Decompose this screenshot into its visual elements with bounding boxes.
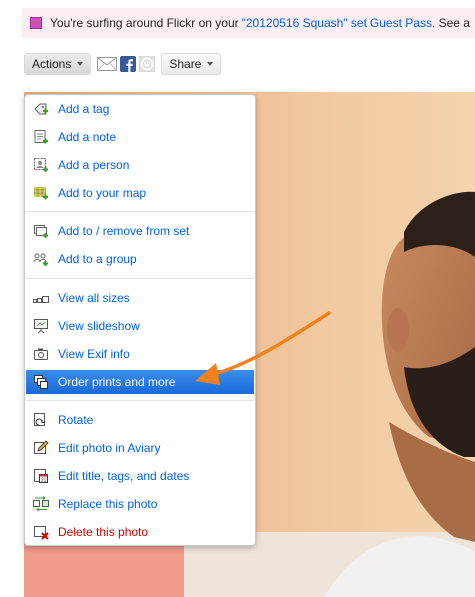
sizes-icon: [33, 290, 49, 306]
menu-divider: [26, 278, 254, 279]
menu-item-replace[interactable]: Replace this photo: [26, 492, 254, 516]
mail-icon[interactable]: [97, 56, 118, 71]
menu-item-label: Edit photo in Aviary: [58, 441, 161, 455]
menu-item-set[interactable]: Add to / remove from set: [26, 219, 254, 243]
menu-item-label: Add a tag: [58, 102, 110, 116]
actions-button[interactable]: Actions: [24, 52, 92, 75]
banner-suffix: . See a: [431, 16, 470, 30]
map-add-icon: [33, 185, 49, 201]
note-add-icon: [33, 129, 49, 145]
menu-item-slideshow[interactable]: View slideshow: [26, 314, 254, 338]
menu-item-label: View all sizes: [58, 291, 130, 305]
rotate-icon: [33, 412, 49, 428]
group-icon: [33, 251, 49, 267]
guest-pass-link[interactable]: Guest Pass: [370, 16, 432, 30]
menu-item-add-person[interactable]: Add a person: [26, 153, 254, 177]
menu-item-order-prints[interactable]: Order prints and more: [26, 370, 254, 394]
menu-item-delete[interactable]: Delete this photo: [26, 520, 254, 544]
tag-add-icon: [33, 101, 49, 117]
share-button[interactable]: Share: [161, 52, 222, 75]
photo-toolbar: Actions W Share: [24, 52, 222, 75]
actions-menu: Add a tag Add a note Add a person Add to…: [24, 94, 256, 546]
camera-icon: [33, 346, 49, 362]
guest-pass-banner: You're surfing around Flickr on your "20…: [22, 8, 475, 38]
menu-item-label: Add to / remove from set: [58, 224, 190, 238]
menu-divider: [26, 400, 254, 401]
menu-item-add-note[interactable]: Add a note: [26, 125, 254, 149]
share-icons: W: [97, 55, 156, 72]
menu-item-label: Rotate: [58, 413, 94, 427]
menu-item-label: Order prints and more: [58, 375, 176, 389]
wordpress-icon[interactable]: W: [139, 55, 156, 72]
actions-label: Actions: [32, 56, 72, 71]
menu-item-add-tag[interactable]: Add a tag: [26, 97, 254, 121]
banner-text: You're surfing around Flickr on your: [50, 16, 239, 30]
menu-item-label: Add a note: [58, 130, 117, 144]
menu-item-label: Add a person: [58, 158, 130, 172]
menu-item-label: View slideshow: [58, 319, 140, 333]
replace-icon: [33, 496, 49, 512]
menu-item-view-sizes[interactable]: View all sizes: [26, 286, 254, 310]
person-add-icon: [33, 157, 49, 173]
menu-item-label: View Exif info: [58, 347, 130, 361]
svg-text:31: 31: [41, 478, 47, 484]
chevron-down-icon: [77, 61, 84, 66]
delete-icon: [33, 524, 49, 540]
calendar-icon: 31: [33, 468, 49, 484]
menu-item-label: Edit title, tags, and dates: [58, 469, 190, 483]
menu-divider: [26, 211, 254, 212]
menu-item-add-map[interactable]: Add to your map: [26, 181, 254, 205]
menu-item-label: Delete this photo: [58, 525, 149, 539]
menu-item-label: Replace this photo: [58, 497, 158, 511]
edit-icon: [33, 440, 49, 456]
pink-square-icon: [30, 17, 42, 29]
svg-text:W: W: [144, 61, 151, 69]
set-icon: [33, 223, 49, 239]
prints-icon: [33, 374, 49, 390]
chevron-down-icon: [207, 61, 214, 66]
share-label: Share: [169, 56, 202, 71]
menu-item-edit-title[interactable]: 31 Edit title, tags, and dates: [26, 464, 254, 488]
menu-item-label: Add to a group: [58, 252, 137, 266]
facebook-icon[interactable]: [120, 55, 137, 72]
menu-item-aviary[interactable]: Edit photo in Aviary: [26, 436, 254, 460]
menu-item-rotate[interactable]: Rotate: [26, 408, 254, 432]
menu-item-exif[interactable]: View Exif info: [26, 342, 254, 366]
menu-item-label: Add to your map: [58, 186, 147, 200]
set-link[interactable]: "20120516 Squash" set: [242, 16, 367, 30]
slideshow-icon: [33, 318, 49, 334]
menu-item-add-group[interactable]: Add to a group: [26, 247, 254, 271]
